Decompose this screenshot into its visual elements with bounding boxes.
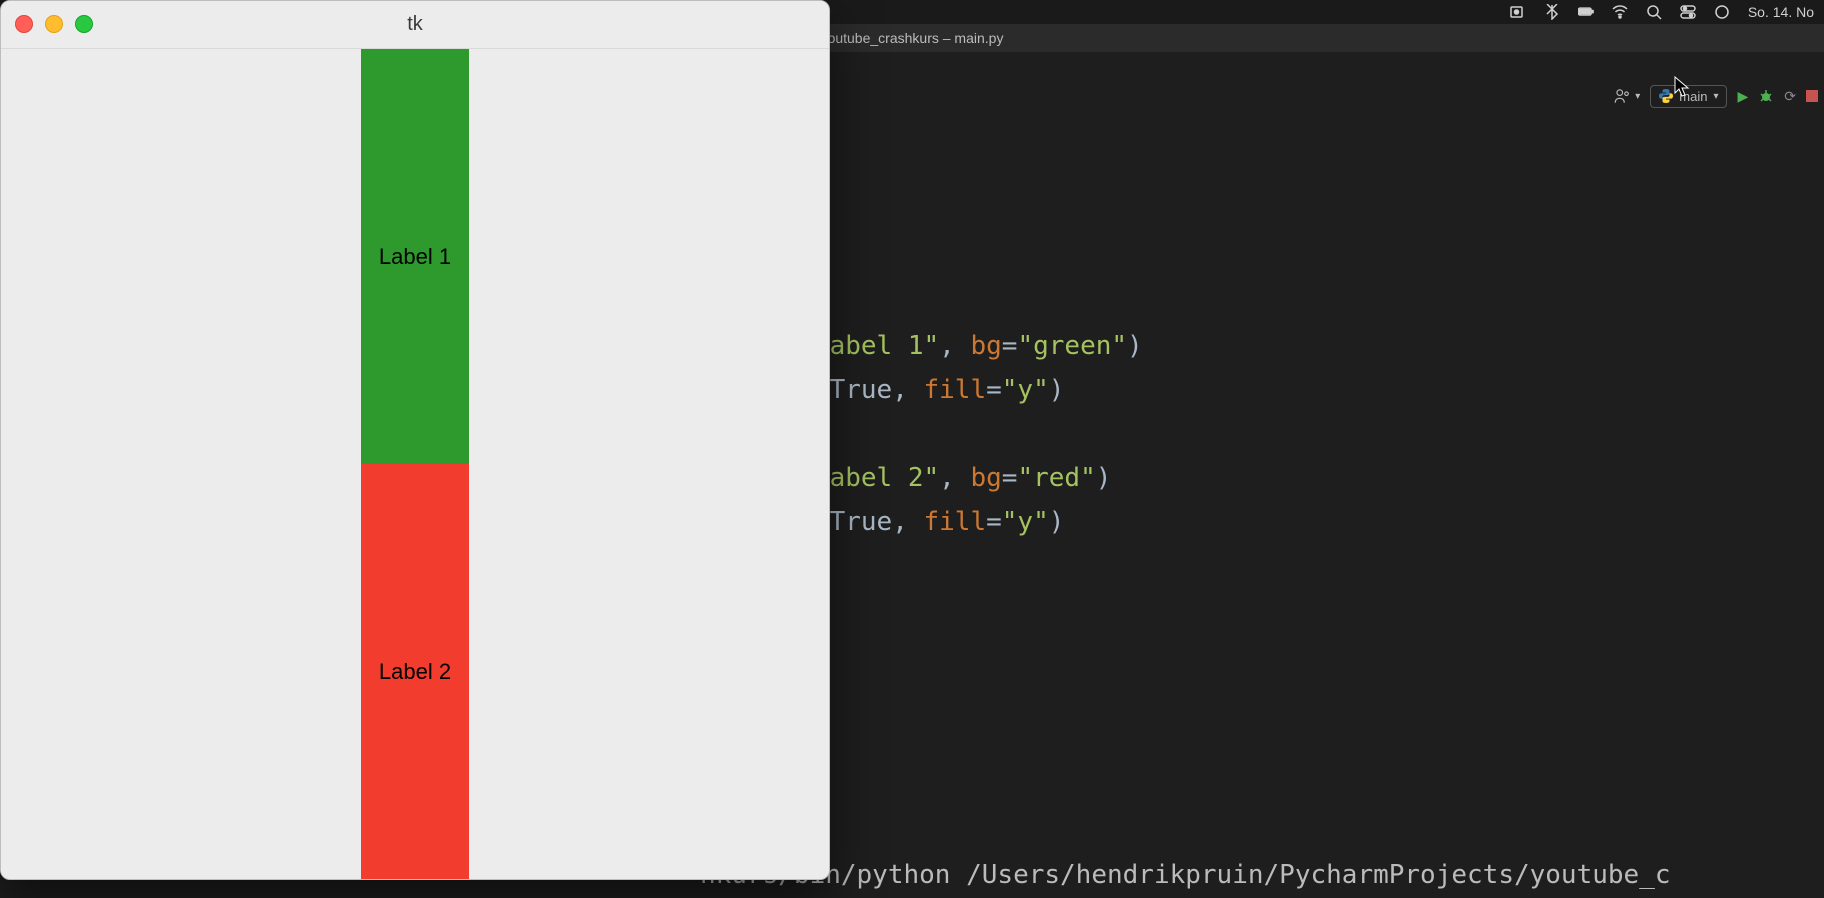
chevron-down-icon: ▾ (1713, 91, 1718, 102)
tk-window-title: tk (1, 13, 829, 36)
search-icon[interactable] (1646, 4, 1662, 20)
macos-menubar: So. 14. No (1500, 0, 1824, 24)
run-config-name: main (1679, 89, 1707, 104)
screen-record-icon[interactable] (1510, 4, 1526, 20)
zoom-icon[interactable] (75, 15, 93, 33)
ide-toolbar: ▾ main ▾ ▶ ⟳ (1613, 78, 1818, 114)
debug-button[interactable] (1758, 88, 1774, 104)
close-icon[interactable] (15, 15, 33, 33)
tk-window: tk Label 1 Label 2 (0, 0, 830, 880)
editor-code[interactable]: text="Label 1", bg="green")expand=True, … (720, 324, 1824, 544)
minimize-icon[interactable] (45, 15, 63, 33)
chevron-down-icon: ▾ (1635, 91, 1640, 102)
stop-button[interactable] (1806, 90, 1818, 102)
siri-icon[interactable] (1714, 4, 1730, 20)
tk-titlebar[interactable]: tk (1, 1, 829, 49)
code-with-me-icon[interactable]: ▾ (1613, 87, 1640, 105)
battery-icon[interactable] (1578, 4, 1594, 20)
bluetooth-icon[interactable] (1544, 4, 1560, 20)
run-config-selector[interactable]: main ▾ (1650, 85, 1727, 108)
rerun-button[interactable]: ⟳ (1784, 88, 1796, 105)
tk-body: Label 1 Label 2 (1, 49, 829, 879)
terminal-output: hkurs/bin/python /Users/hendrikpruin/Pyc… (700, 860, 1824, 890)
tk-label-1: Label 1 (361, 49, 469, 464)
run-button[interactable]: ▶ (1737, 88, 1748, 105)
tk-label-2: Label 2 (361, 464, 469, 879)
menubar-date[interactable]: So. 14. No (1748, 4, 1814, 20)
wifi-icon[interactable] (1612, 4, 1628, 20)
control-center-icon[interactable] (1680, 4, 1696, 20)
